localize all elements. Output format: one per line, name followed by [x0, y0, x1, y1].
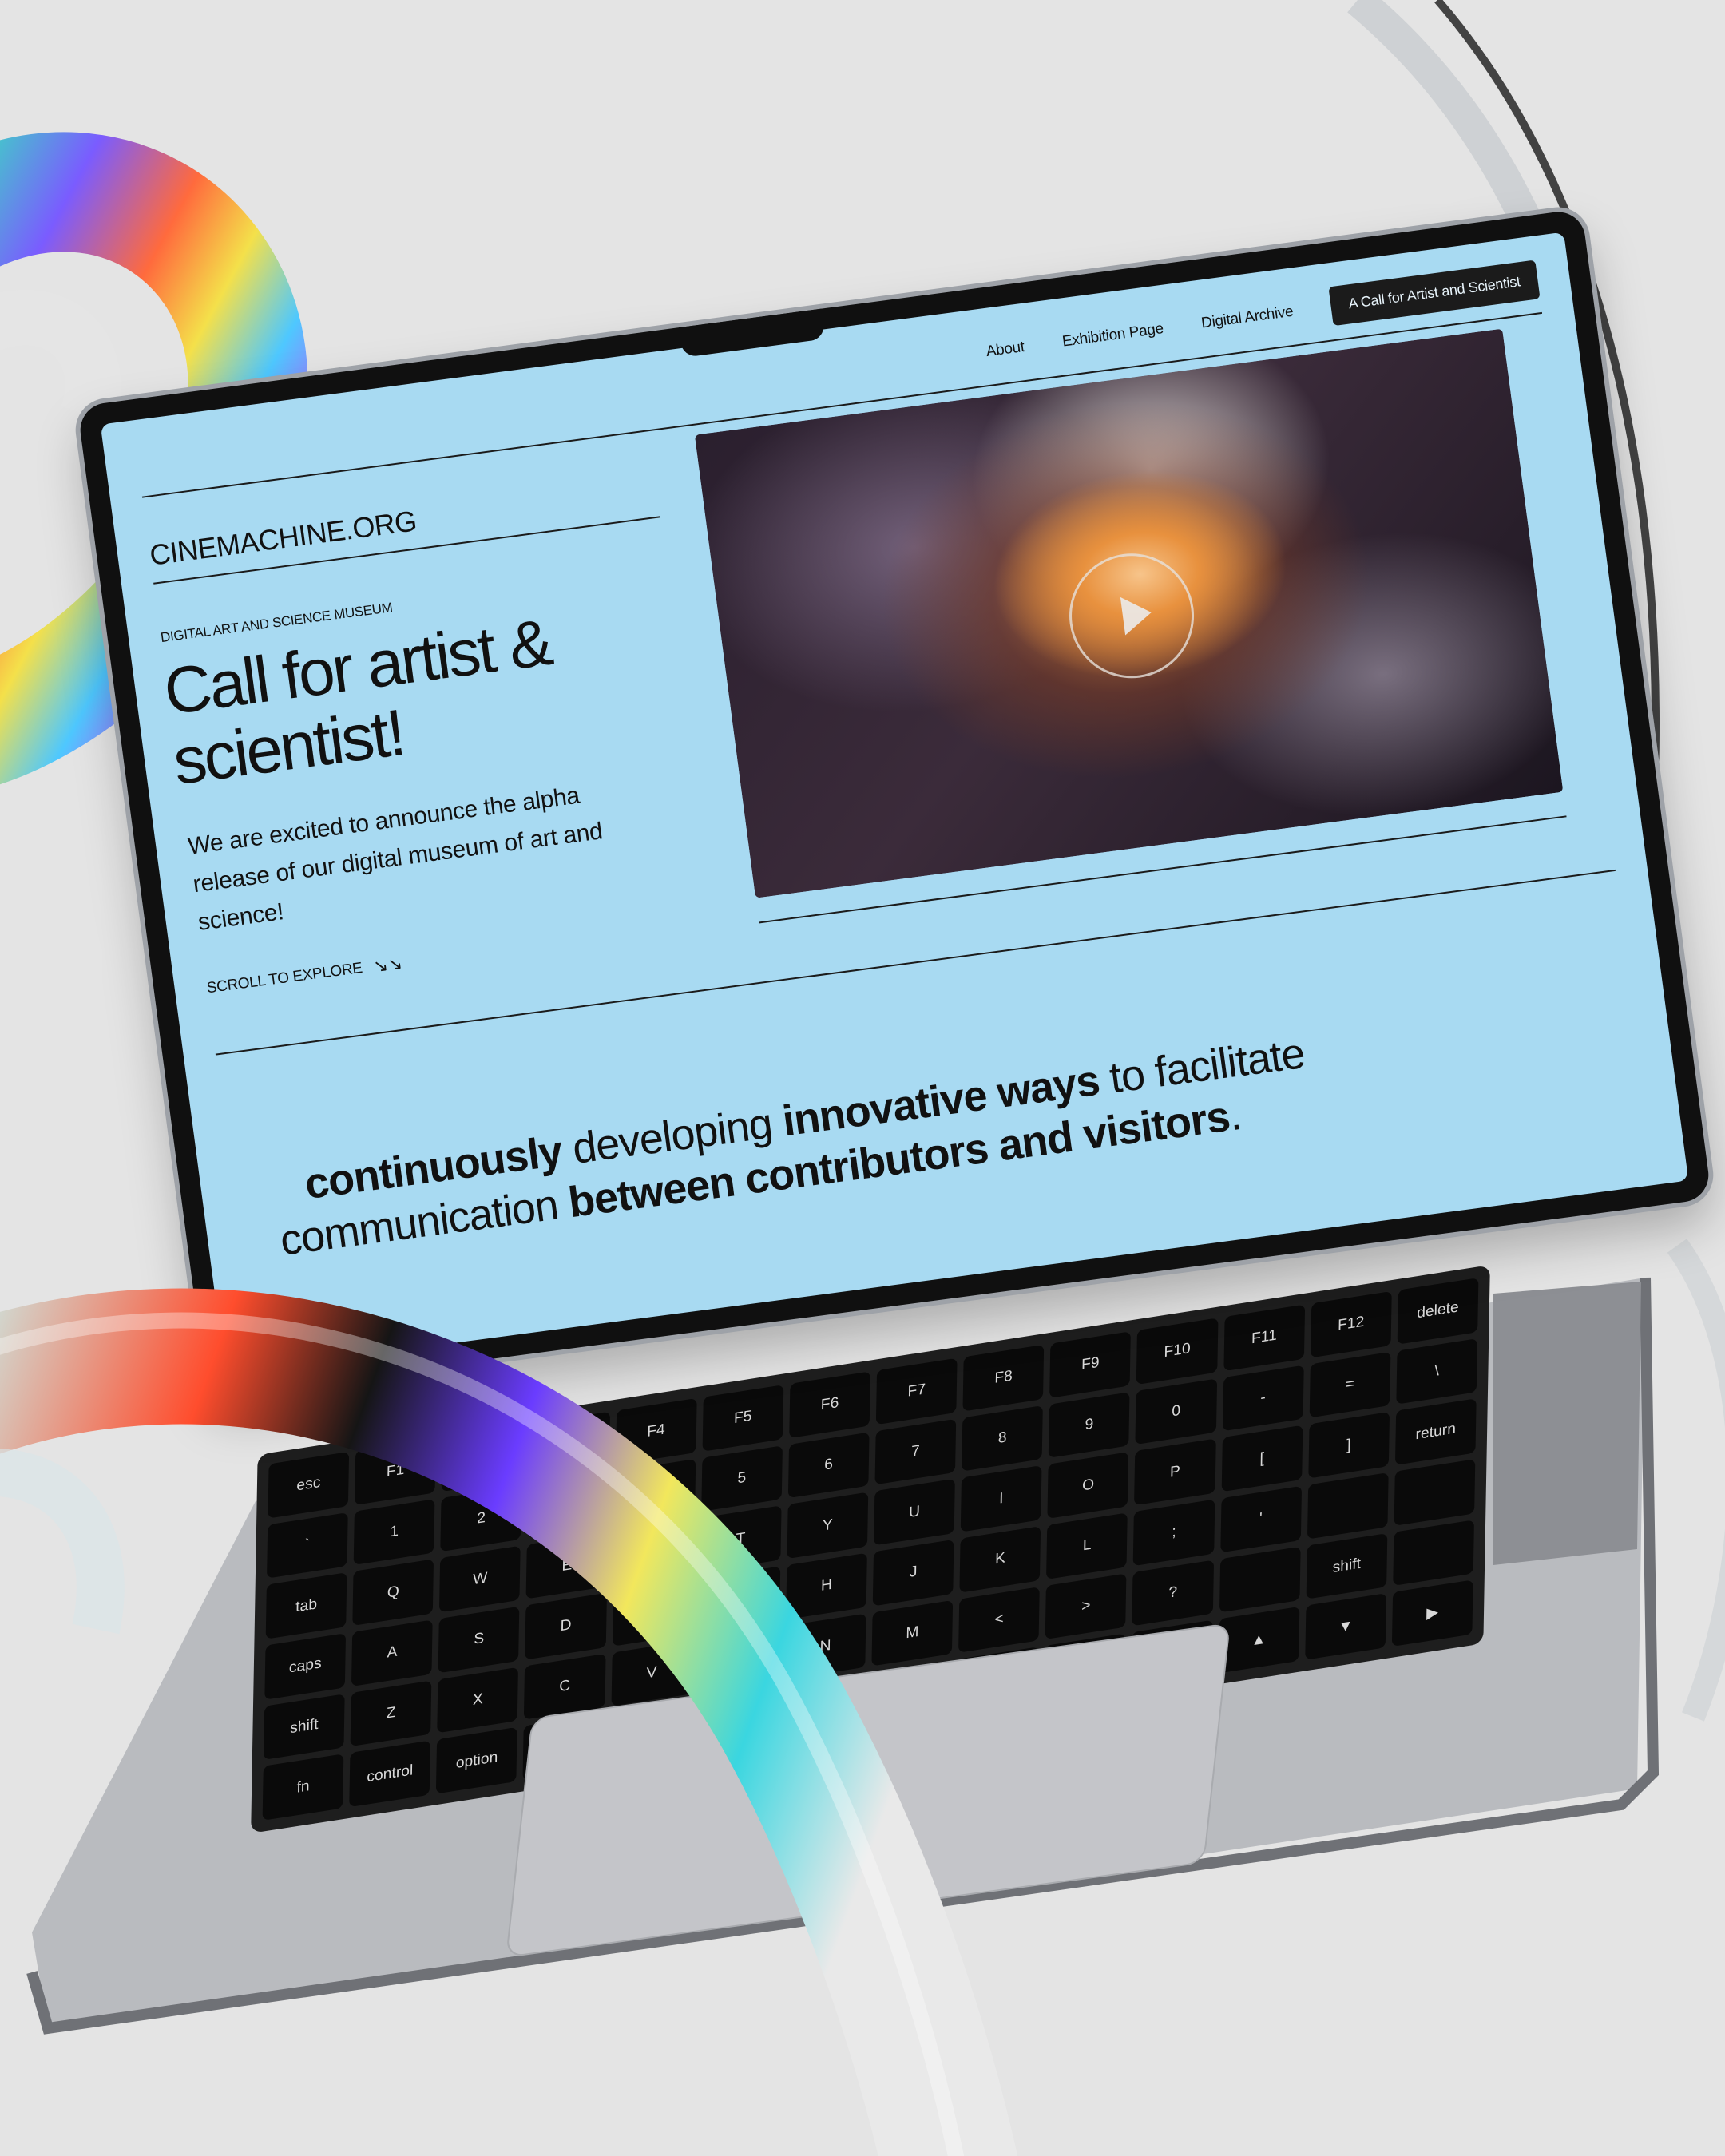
play-button[interactable] [1061, 545, 1202, 686]
keyboard-key[interactable]: H [785, 1552, 867, 1619]
keyboard-key[interactable]: F [612, 1579, 694, 1647]
keyboard-key[interactable]: ▼ [1304, 1593, 1386, 1660]
keyboard-key[interactable]: F5 [702, 1385, 784, 1452]
keyboard-key[interactable]: shift [263, 1693, 345, 1761]
keyboard-key[interactable]: 3 [527, 1472, 609, 1539]
play-icon [1120, 593, 1154, 635]
keyboard-key[interactable]: F7 [875, 1357, 958, 1425]
keyboard-key[interactable]: - [1222, 1365, 1304, 1432]
keyboard-key[interactable]: shift [1306, 1532, 1388, 1600]
keyboard-key[interactable]: = [1309, 1351, 1391, 1418]
nav-digital-archive[interactable]: Digital Archive [1200, 303, 1295, 332]
keyboard-key[interactable]: F6 [789, 1371, 870, 1438]
double-arrow-down-right-icon: ↘↘ [371, 953, 404, 977]
keyboard-key[interactable]: \ [1396, 1338, 1478, 1405]
keyboard-key[interactable]: delete [1397, 1278, 1479, 1345]
keyboard-key[interactable]: J [872, 1539, 954, 1607]
keyboard-key[interactable] [1394, 1459, 1476, 1526]
keyboard-key[interactable]: F3 [528, 1411, 610, 1479]
keyboard-key[interactable]: F11 [1223, 1304, 1305, 1371]
keyboard-key[interactable]: L [1046, 1512, 1128, 1579]
keyboard-key[interactable]: E [526, 1532, 608, 1599]
keyboard-key[interactable]: N [784, 1613, 866, 1680]
keyboard-key[interactable]: M [871, 1599, 954, 1667]
keyboard-key[interactable]: X [437, 1667, 519, 1734]
keyboard-key[interactable]: ? [1132, 1560, 1214, 1627]
keyboard-key[interactable]: Z [350, 1680, 432, 1747]
keyboard-key[interactable]: F12 [1310, 1290, 1392, 1358]
keyboard-key[interactable]: F2 [441, 1425, 523, 1492]
keyboard-key[interactable]: F4 [615, 1397, 697, 1465]
keyboard-key[interactable]: fn [262, 1754, 344, 1821]
keyboard-key[interactable]: tab [265, 1572, 347, 1639]
keyboard-key[interactable] [1219, 1546, 1301, 1613]
keyboard-key[interactable]: < [958, 1586, 1041, 1654]
keyboard-key[interactable]: ; [1133, 1499, 1215, 1566]
keyboard-key[interactable]: D [525, 1592, 607, 1660]
keyboard-key[interactable] [1393, 1519, 1474, 1587]
keyboard-key[interactable]: G [699, 1566, 781, 1633]
keyboard-key[interactable]: T [700, 1505, 782, 1572]
keyboard-key[interactable]: 5 [700, 1445, 783, 1512]
keyboard-key[interactable]: O [1047, 1452, 1129, 1519]
keyboard-key[interactable]: F8 [962, 1344, 1045, 1412]
keyboard-key[interactable]: 0 [1135, 1378, 1217, 1445]
laptop-lid: About Exhibition Page Digital Archive A … [77, 208, 1712, 1397]
keyboard-key[interactable]: P [1134, 1438, 1216, 1506]
keyboard-key[interactable]: 9 [1049, 1391, 1130, 1459]
keyboard-key[interactable]: R [613, 1519, 695, 1586]
keyboard-key[interactable]: return [1394, 1398, 1477, 1465]
keyboard-key[interactable]: I [960, 1465, 1042, 1532]
keyboard-key[interactable]: U [874, 1479, 956, 1546]
keyboard-key[interactable]: B [697, 1627, 779, 1694]
keyboard-key[interactable]: 8 [962, 1405, 1044, 1472]
keyboard-key[interactable]: F10 [1136, 1318, 1219, 1385]
keyboard-key[interactable]: W [439, 1545, 521, 1613]
keyboard-key[interactable] [1307, 1472, 1389, 1540]
keyboard-key[interactable]: option [436, 1727, 518, 1794]
keyboard-key[interactable]: control [349, 1740, 431, 1808]
keyboard-key[interactable]: caps [264, 1633, 347, 1700]
keyboard-key[interactable]: Y [787, 1492, 869, 1560]
keyboard-key[interactable]: [ [1221, 1425, 1303, 1492]
keyboard-key[interactable]: A [351, 1619, 433, 1686]
keyboard-key[interactable]: > [1045, 1573, 1127, 1640]
keyboard-key[interactable]: Q [352, 1559, 434, 1626]
keyboard-key[interactable]: ' [1219, 1485, 1302, 1553]
scroll-to-explore[interactable]: SCROLL TO EXPLORE ↘↘ [205, 953, 403, 999]
site-logo[interactable]: CINEMACHINE.ORG [148, 504, 418, 573]
keyboard-key[interactable]: ▲ [1218, 1607, 1300, 1674]
keyboard-key[interactable]: F9 [1049, 1331, 1132, 1398]
keyboard-key[interactable]: ] [1308, 1412, 1390, 1479]
keyboard-key[interactable]: S [438, 1606, 520, 1673]
tagline: continuously developing innovative ways … [277, 1002, 1503, 1265]
hero-video[interactable] [694, 328, 1564, 898]
keyboard-key[interactable]: ▶ [1391, 1579, 1473, 1647]
keyboard-key[interactable]: K [959, 1526, 1041, 1593]
keyboard-key[interactable]: 4 [614, 1458, 696, 1525]
nav-exhibition-page[interactable]: Exhibition Page [1061, 320, 1164, 351]
nav-about[interactable]: About [985, 338, 1025, 360]
website-screen: About Exhibition Page Digital Archive A … [100, 232, 1689, 1373]
scroll-label: SCROLL TO EXPLORE [205, 959, 363, 997]
keyboard-key[interactable]: 6 [787, 1432, 870, 1499]
hero-intro: We are excited to announce the alpha rel… [186, 782, 605, 936]
keyboard-key[interactable]: esc [268, 1451, 350, 1519]
keyboard-key[interactable]: ` [267, 1512, 348, 1579]
keyboard-key[interactable]: 1 [353, 1498, 435, 1566]
keyboard-key[interactable]: 7 [874, 1418, 957, 1485]
keyboard-key[interactable]: 2 [440, 1485, 522, 1552]
keyboard-key[interactable]: F1 [355, 1438, 437, 1505]
